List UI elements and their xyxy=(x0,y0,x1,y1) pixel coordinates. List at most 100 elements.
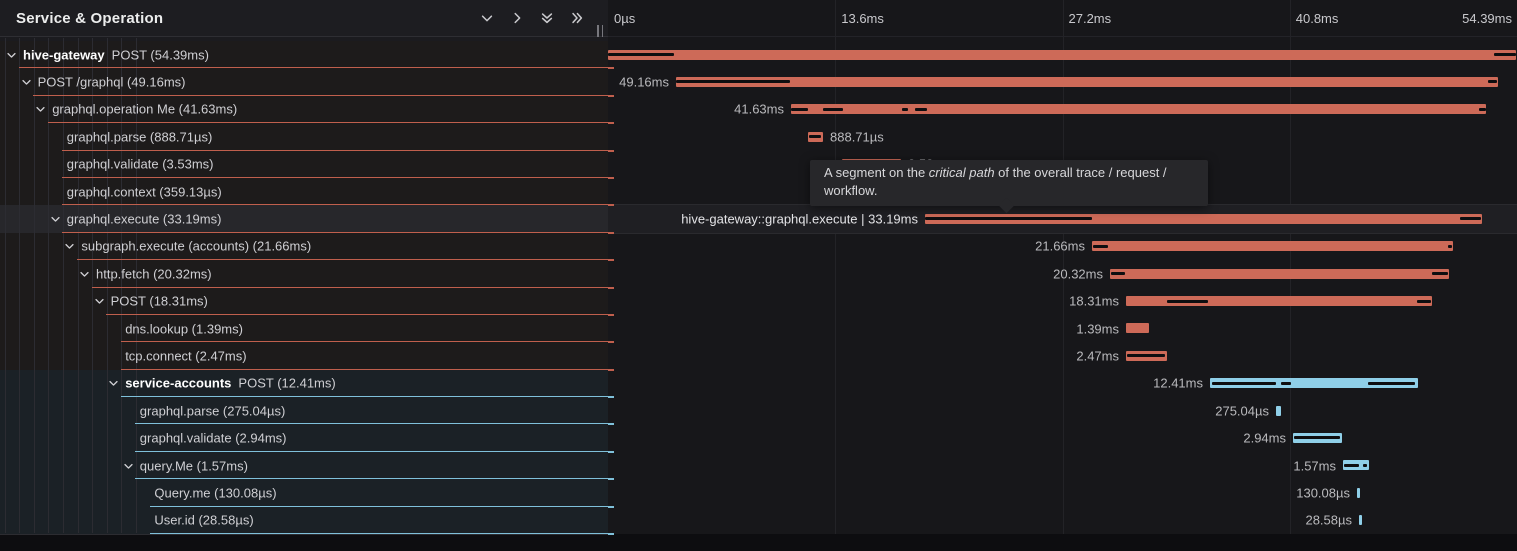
span-tree-panel: Service & Operation hive-gatewayPOST (54… xyxy=(0,0,608,535)
span-row[interactable]: tcp.connect (2.47ms) xyxy=(0,342,608,369)
span-bar[interactable] xyxy=(1126,351,1167,361)
span-label: service-accountsPOST (12.41ms) xyxy=(125,376,336,391)
span-row[interactable]: query.Me (1.57ms) xyxy=(0,452,608,479)
axis-tick-label: 54.39ms xyxy=(1462,11,1512,26)
span-row[interactable]: graphql.parse (275.04µs) xyxy=(0,397,608,424)
timeline-row[interactable]: 888.71µs xyxy=(608,123,1517,150)
span-bar[interactable] xyxy=(1126,323,1149,333)
span-duration-label: 2.47ms xyxy=(1076,348,1119,363)
timeline-row[interactable]: 130.08µs xyxy=(608,479,1517,506)
span-duration-label: 20.32ms xyxy=(1053,266,1103,281)
trace-timeline-view: Service & Operation hive-gatewayPOST (54… xyxy=(0,0,1517,551)
span-label: POST /graphql (49.16ms) xyxy=(38,75,186,90)
timeline-row[interactable]: 2.47ms xyxy=(608,342,1517,369)
timeline-row[interactable]: 2.94ms xyxy=(608,424,1517,451)
span-row[interactable]: graphql.validate (3.53ms) xyxy=(0,151,608,178)
span-bar[interactable] xyxy=(1359,515,1362,525)
span-expand-chevron-icon[interactable] xyxy=(35,104,46,115)
chevron-down-icon[interactable] xyxy=(480,11,494,25)
span-bar[interactable] xyxy=(1293,433,1342,443)
span-row-border xyxy=(150,506,608,507)
span-bar[interactable] xyxy=(1210,378,1418,388)
span-label: tcp.connect (2.47ms) xyxy=(125,348,246,363)
span-label: hive-gatewayPOST (54.39ms) xyxy=(23,47,209,62)
tree-header-icons xyxy=(480,11,584,25)
span-tree-header: Service & Operation xyxy=(0,0,608,37)
span-bar[interactable] xyxy=(808,132,823,142)
span-duration-label: 41.63ms xyxy=(734,102,784,117)
span-row[interactable]: dns.lookup (1.39ms) xyxy=(0,315,608,342)
span-duration-label: 888.71µs xyxy=(830,129,884,144)
span-bar[interactable] xyxy=(608,50,1516,60)
span-row-border xyxy=(48,122,608,123)
timeline-row[interactable]: 275.04µs xyxy=(608,397,1517,424)
span-bar[interactable] xyxy=(676,77,1498,87)
span-expand-chevron-icon[interactable] xyxy=(21,77,32,88)
timeline-row[interactable] xyxy=(608,41,1517,68)
span-row[interactable]: User.id (28.58µs) xyxy=(0,507,608,534)
span-row[interactable]: graphql.validate (2.94ms) xyxy=(0,424,608,451)
span-row[interactable]: POST /graphql (49.16ms) xyxy=(0,68,608,95)
span-row[interactable]: graphql.execute (33.19ms) xyxy=(0,205,608,232)
axis-tick-label: 0µs xyxy=(614,11,635,26)
span-expand-chevron-icon[interactable] xyxy=(123,460,134,471)
span-bar[interactable] xyxy=(925,214,1482,224)
span-label: Query.me (130.08µs) xyxy=(154,485,276,500)
span-row[interactable]: service-accountsPOST (12.41ms) xyxy=(0,370,608,397)
span-row[interactable]: Query.me (130.08µs) xyxy=(0,479,608,506)
span-expand-chevron-icon[interactable] xyxy=(94,296,105,307)
span-row-border xyxy=(77,259,608,260)
span-row-border xyxy=(62,204,608,205)
timeline-row[interactable]: 41.63ms xyxy=(608,96,1517,123)
span-duration-label: 28.58µs xyxy=(1305,513,1352,528)
span-tree-rows: hive-gatewayPOST (54.39ms) POST /graphql … xyxy=(0,41,608,534)
span-duration-label: 21.66ms xyxy=(1035,239,1085,254)
panel-resizer-handle[interactable] xyxy=(597,25,603,37)
span-row-border xyxy=(19,67,608,68)
span-row[interactable]: http.fetch (20.32ms) xyxy=(0,260,608,287)
span-row[interactable]: graphql.context (359.13µs) xyxy=(0,178,608,205)
span-expand-chevron-icon[interactable] xyxy=(64,241,75,252)
span-expand-chevron-icon[interactable] xyxy=(6,49,17,60)
double-chevron-down-icon[interactable] xyxy=(540,11,554,25)
double-chevron-right-icon[interactable] xyxy=(570,11,584,25)
span-row[interactable]: subgraph.execute (accounts) (21.66ms) xyxy=(0,233,608,260)
span-bar[interactable] xyxy=(1276,406,1281,416)
timeline-row[interactable]: hive-gateway::graphql.execute | 33.19ms xyxy=(608,205,1517,232)
span-label: graphql.parse (275.04µs) xyxy=(140,403,286,418)
service-name: hive-gateway xyxy=(23,47,112,62)
span-label: query.Me (1.57ms) xyxy=(140,458,248,473)
timeline-row[interactable]: 12.41ms xyxy=(608,370,1517,397)
span-expand-chevron-icon[interactable] xyxy=(79,268,90,279)
axis-tick-label: 40.8ms xyxy=(1296,11,1339,26)
span-bar[interactable] xyxy=(791,104,1486,114)
span-row[interactable]: hive-gatewayPOST (54.39ms) xyxy=(0,41,608,68)
span-duration-label: 275.04µs xyxy=(1215,403,1269,418)
chevron-right-icon[interactable] xyxy=(510,11,524,25)
span-row-border xyxy=(33,95,608,96)
span-bar[interactable] xyxy=(1092,241,1453,251)
span-row-border xyxy=(121,369,608,370)
timeline-row[interactable]: 21.66ms xyxy=(608,233,1517,260)
span-row[interactable]: graphql.parse (888.71µs) xyxy=(0,123,608,150)
span-row-border xyxy=(135,478,608,479)
span-duration-label: 18.31ms xyxy=(1069,294,1119,309)
timeline-row[interactable]: 20.32ms xyxy=(608,260,1517,287)
span-bar[interactable] xyxy=(1126,296,1432,306)
span-row-border xyxy=(121,341,608,342)
timeline-row[interactable]: 1.57ms xyxy=(608,452,1517,479)
axis-tick-label: 13.6ms xyxy=(841,11,884,26)
span-bar[interactable] xyxy=(1343,460,1369,470)
span-label: dns.lookup (1.39ms) xyxy=(125,321,243,336)
timeline-row[interactable]: 28.58µs xyxy=(608,507,1517,534)
span-label: subgraph.execute (accounts) (21.66ms) xyxy=(81,239,311,254)
span-bar[interactable] xyxy=(1357,488,1360,498)
timeline-row[interactable]: 18.31ms xyxy=(608,288,1517,315)
span-bar[interactable] xyxy=(1110,269,1449,279)
span-row[interactable]: POST (18.31ms) xyxy=(0,288,608,315)
span-expand-chevron-icon[interactable] xyxy=(108,378,119,389)
span-row[interactable]: graphql.operation Me (41.63ms) xyxy=(0,96,608,123)
span-expand-chevron-icon[interactable] xyxy=(50,214,61,225)
timeline-row[interactable]: 49.16ms xyxy=(608,68,1517,95)
timeline-row[interactable]: 1.39ms xyxy=(608,315,1517,342)
